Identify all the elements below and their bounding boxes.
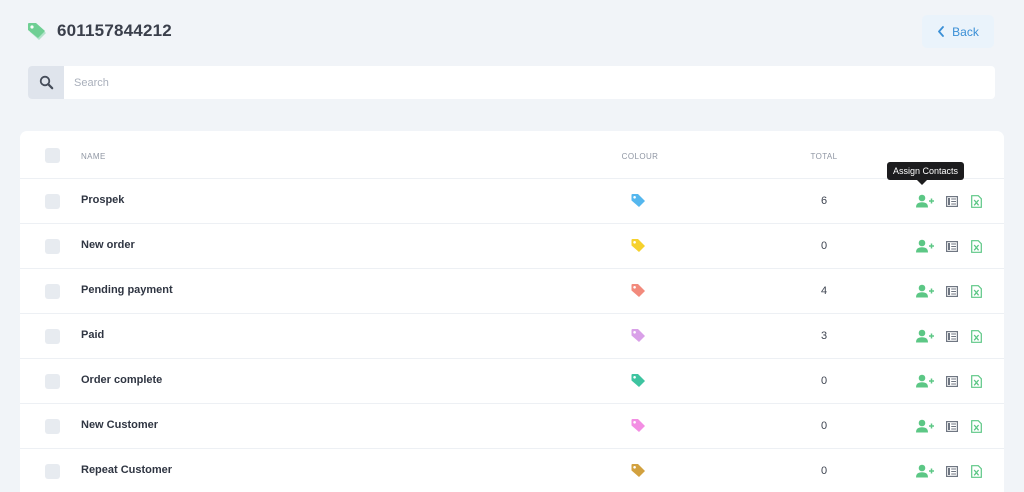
- contact-list-icon[interactable]: [946, 375, 958, 387]
- table-header: NAME COLOUR TOTAL: [20, 131, 1004, 179]
- excel-export-icon[interactable]: [971, 239, 982, 253]
- row-actions: [916, 193, 982, 209]
- contact-list-icon[interactable]: [946, 240, 958, 252]
- excel-export-icon[interactable]: [971, 194, 982, 208]
- tag-colour-icon: [631, 374, 645, 387]
- tag-total: 3: [820, 330, 828, 342]
- assign-contacts-icon[interactable]: [916, 329, 934, 343]
- row-checkbox[interactable]: [45, 239, 60, 254]
- tag-name: Order complete: [81, 374, 163, 386]
- row-checkbox[interactable]: [45, 464, 60, 479]
- tag-total: 0: [820, 375, 828, 387]
- search-icon: [39, 75, 53, 90]
- row-checkbox[interactable]: [45, 374, 60, 389]
- column-header-total: TOTAL: [810, 152, 838, 161]
- table-row: Paid 3: [20, 314, 1004, 359]
- tag-colour-icon: [631, 194, 645, 207]
- page-title: 601157844212: [57, 21, 172, 40]
- tag-total: 0: [820, 465, 828, 477]
- tag-name: New order: [81, 239, 135, 251]
- tag-total: 6: [820, 195, 828, 207]
- excel-export-icon[interactable]: [971, 464, 982, 478]
- assign-contacts-icon[interactable]: [916, 419, 934, 433]
- contact-list-icon[interactable]: [946, 195, 958, 207]
- contact-list-icon[interactable]: [946, 465, 958, 477]
- select-all-checkbox[interactable]: [45, 148, 60, 163]
- column-header-colour: COLOUR: [621, 152, 659, 161]
- assign-contacts-icon[interactable]: [916, 374, 934, 388]
- table-row: Repeat Customer 0: [20, 449, 1004, 492]
- assign-contacts-icon[interactable]: [916, 284, 934, 298]
- assign-contacts-tooltip: Assign Contacts: [887, 162, 965, 180]
- row-actions: [916, 418, 982, 434]
- table-row: New order 0: [20, 224, 1004, 269]
- row-checkbox[interactable]: [45, 329, 60, 344]
- table-row: New Customer 0: [20, 404, 1004, 449]
- row-actions: [916, 283, 982, 299]
- back-button-label: Back: [952, 24, 979, 39]
- row-checkbox[interactable]: [45, 194, 60, 209]
- row-actions: [916, 238, 982, 254]
- tag-total: 0: [820, 240, 828, 252]
- assign-contacts-icon[interactable]: [916, 464, 934, 478]
- row-checkbox[interactable]: [45, 419, 60, 434]
- excel-export-icon[interactable]: [971, 329, 982, 343]
- tag-name: Repeat Customer: [81, 464, 173, 476]
- back-button[interactable]: Back: [922, 15, 994, 48]
- tag-total: 4: [820, 285, 828, 297]
- tooltip-arrow: [917, 180, 927, 185]
- tag-colour-icon: [631, 239, 645, 252]
- row-actions: [916, 328, 982, 344]
- contact-list-icon[interactable]: [946, 285, 958, 297]
- table-row: Prospek 6: [20, 179, 1004, 224]
- contact-list-icon[interactable]: [946, 420, 958, 432]
- tag-colour-icon: [631, 284, 645, 297]
- tags-table: NAME COLOUR TOTAL Prospek 6 New order 0 Pend…: [20, 131, 1004, 492]
- contact-list-icon[interactable]: [946, 330, 958, 342]
- excel-export-icon[interactable]: [971, 284, 982, 298]
- row-actions: [916, 463, 982, 479]
- row-actions: [916, 373, 982, 389]
- tag-colour-icon: [631, 329, 645, 342]
- search-input[interactable]: [64, 66, 995, 99]
- assign-contacts-icon[interactable]: [916, 194, 934, 208]
- search-bar: [28, 66, 995, 99]
- chevron-left-icon: [938, 26, 945, 37]
- tag-name: New Customer: [81, 419, 159, 431]
- tag-total: 0: [820, 420, 828, 432]
- excel-export-icon[interactable]: [971, 374, 982, 388]
- search-button[interactable]: [28, 66, 64, 99]
- tag-colour-icon: [631, 419, 645, 432]
- assign-contacts-icon[interactable]: [916, 239, 934, 253]
- tag-colour-icon: [631, 464, 645, 477]
- page-header: 601157844212 Back: [0, 0, 1024, 64]
- excel-export-icon[interactable]: [971, 419, 982, 433]
- tag-name: Pending payment: [81, 284, 173, 296]
- row-checkbox[interactable]: [45, 284, 60, 299]
- table-row: Order complete 0: [20, 359, 1004, 404]
- tag-name: Paid: [81, 329, 105, 341]
- tags-icon: [28, 23, 46, 40]
- table-row: Pending payment 4: [20, 269, 1004, 314]
- tag-name: Prospek: [81, 194, 125, 206]
- column-header-name: NAME: [81, 152, 106, 161]
